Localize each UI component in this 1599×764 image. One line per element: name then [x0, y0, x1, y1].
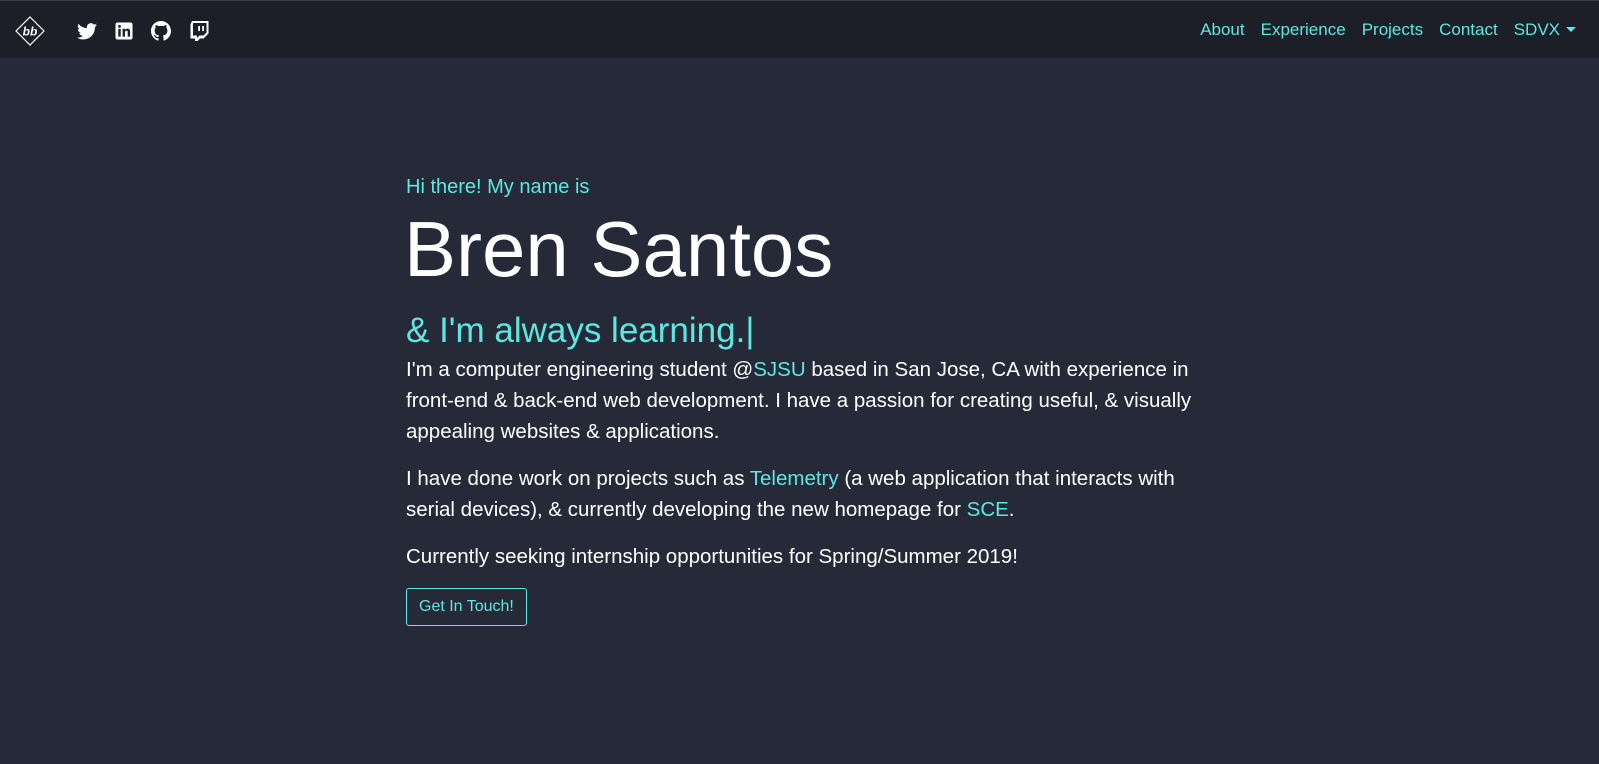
tagline-text: & I'm always learning. [406, 311, 746, 350]
internship-paragraph: Currently seeking internship opportuniti… [406, 545, 1018, 568]
logo-text: bb [23, 25, 38, 39]
bb-logo-icon[interactable]: bb [15, 16, 45, 46]
twitch-icon[interactable] [188, 20, 210, 42]
intro-paragraph: I'm a computer engineering student @SJSU… [406, 354, 1196, 447]
nav-link-contact[interactable]: Contact [1439, 19, 1498, 41]
get-in-touch-button[interactable]: Get In Touch! [406, 588, 527, 626]
page-title: Bren Santos [404, 205, 834, 293]
projects-text-after: . [1008, 498, 1015, 521]
nav-link-projects[interactable]: Projects [1362, 19, 1423, 41]
telemetry-link[interactable]: Telemetry [750, 467, 839, 490]
twitter-icon[interactable] [76, 20, 98, 42]
nav-links: About Experience Projects Contact SDVX [1200, 19, 1576, 41]
nav-link-experience[interactable]: Experience [1261, 19, 1346, 41]
caret-down-icon [1566, 27, 1576, 32]
sce-link[interactable]: SCE [967, 498, 1009, 521]
nav-dropdown-label: SDVX [1513, 20, 1560, 39]
github-icon[interactable] [150, 20, 172, 42]
linkedin-icon[interactable] [113, 20, 135, 42]
hero-section: Hi there! My name is Bren Santos & I'm a… [404, 174, 1196, 626]
nav-dropdown-sdvx[interactable]: SDVX [1514, 19, 1576, 41]
projects-text-before: I have done work on projects such as [406, 467, 750, 490]
nav-link-about[interactable]: About [1200, 19, 1244, 41]
projects-paragraph: I have done work on projects such as Tel… [406, 463, 1196, 525]
typing-cursor: | [745, 311, 755, 350]
navbar: bb About Experience Projects Contact SDV [0, 0, 1599, 58]
intro-text-before: I'm a computer engineering student @ [406, 358, 754, 381]
greeting: Hi there! My name is [406, 176, 590, 198]
tagline: & I'm always learning.| [406, 310, 1196, 352]
sjsu-link[interactable]: SJSU [753, 358, 805, 381]
